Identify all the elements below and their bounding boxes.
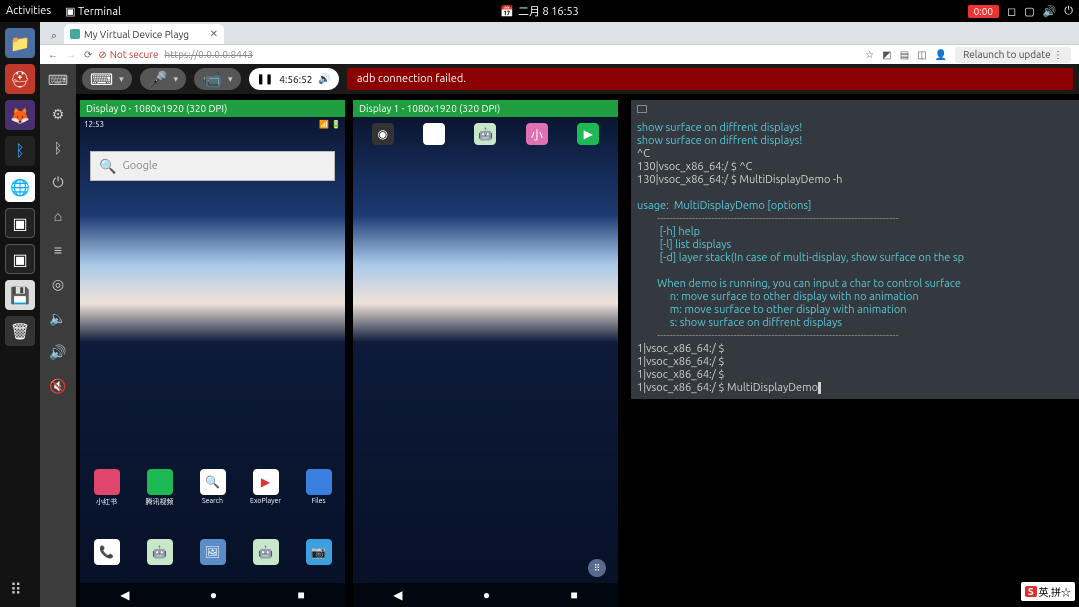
- ime-badge[interactable]: S英,拼☆: [1021, 582, 1075, 601]
- dock-firefox[interactable]: 🦊: [5, 100, 35, 130]
- keyboard-icon[interactable]: ⌨: [48, 70, 68, 90]
- tab-title: My Virtual Device Playg: [84, 29, 189, 40]
- volume-icon[interactable]: 🔊: [1043, 5, 1057, 18]
- app-icon[interactable]: Files: [297, 469, 341, 507]
- display-0-header: Display 0 - 1080x1920 (320 DPI): [80, 100, 345, 117]
- app-icon[interactable]: 🤖: [138, 539, 182, 567]
- notify-icon[interactable]: ◻: [1007, 5, 1016, 18]
- app-icon[interactable]: 腾讯视频: [138, 469, 182, 507]
- playback-control[interactable]: ❚❚ 4:56:52 🔊: [249, 68, 339, 90]
- dock-disks[interactable]: 💾: [5, 280, 35, 310]
- terminal-menu[interactable]: ▣ Terminal: [65, 5, 121, 18]
- window-icon[interactable]: ▢: [1024, 5, 1034, 18]
- nav-home[interactable]: ●: [210, 588, 217, 602]
- screen-record-badge[interactable]: 0:00: [968, 5, 999, 18]
- sidepanel-icon[interactable]: ◫: [917, 49, 926, 61]
- app-icon[interactable]: 🔍Search: [191, 469, 235, 507]
- display-0: Display 0 - 1080x1920 (320 DPI) 12:53📶 🔋…: [80, 100, 345, 607]
- power-icon[interactable]: ⏻: [48, 172, 68, 192]
- nav-recent[interactable]: ■: [571, 588, 578, 602]
- camera-pill[interactable]: 📹▾: [194, 68, 240, 90]
- app-sidebar: ⌨ ⚙ ᛒ ⏻ ⌂ ≡ ◎ 🔈 🔊 🔇: [40, 64, 76, 607]
- nav-forward-icon: →: [66, 49, 76, 61]
- app-icon[interactable]: ▶ExoPlayer: [244, 469, 288, 507]
- app-icon[interactable]: 🖼: [191, 539, 235, 567]
- relaunch-button[interactable]: Relaunch to update ⋮: [955, 47, 1071, 63]
- app-icon[interactable]: ▶: [412, 123, 456, 147]
- search-placeholder: Google: [122, 160, 157, 172]
- pause-icon[interactable]: ❚❚: [257, 73, 274, 85]
- os-top-bar: Activities ▣ Terminal 📅 二月 8 16:53 0:00 …: [0, 0, 1079, 22]
- dock-bluetooth[interactable]: ᛒ: [5, 136, 35, 166]
- terminal-tab-icon[interactable]: [637, 105, 647, 113]
- display-1: Display 1 - 1080x1920 (320 DPI) ◉ ▶ 🤖 小 ▶ ⠿ …: [353, 100, 618, 607]
- activities-button[interactable]: Activities: [6, 5, 51, 18]
- app-toolbar: ⌨▾ 🎤▾ 📹▾ ❚❚ 4:56:52 🔊 adb connection fai…: [76, 64, 1079, 94]
- app-icon[interactable]: ▶: [566, 123, 610, 147]
- power-icon[interactable]: ⏻: [1064, 5, 1073, 18]
- home-icon[interactable]: ⌂: [48, 206, 68, 226]
- nav-recent[interactable]: ■: [298, 588, 305, 602]
- app-icon[interactable]: 📞: [85, 539, 129, 567]
- apps-circle-button[interactable]: ⠿: [588, 559, 606, 577]
- tab-search-icon[interactable]: ⌕: [46, 28, 62, 44]
- app-icon[interactable]: 📷: [297, 539, 341, 567]
- sound-icon[interactable]: 🔊: [318, 73, 330, 85]
- mic-pill[interactable]: 🎤▾: [140, 68, 186, 90]
- dock-chrome[interactable]: 🌐: [5, 172, 35, 202]
- dock-trash[interactable]: 🗑: [5, 316, 35, 346]
- nav-reload-icon[interactable]: ⟳: [84, 49, 92, 61]
- volume-down-icon[interactable]: 🔈: [48, 308, 68, 328]
- dock-files[interactable]: 📁: [5, 28, 35, 58]
- app-icon[interactable]: 小: [515, 123, 559, 147]
- terminal-output: show surface on diffrent displays!show s…: [637, 122, 1073, 382]
- ext-2-icon[interactable]: ▤: [900, 49, 909, 61]
- dock-apps-grid[interactable]: ⠿: [10, 580, 22, 599]
- nav-back-icon[interactable]: ←: [48, 49, 58, 61]
- tab-favicon: [70, 29, 80, 39]
- nav-home[interactable]: ●: [483, 588, 490, 602]
- ext-1-icon[interactable]: ◩: [882, 49, 891, 61]
- app-icon[interactable]: 🤖: [244, 539, 288, 567]
- mute-icon[interactable]: 🔇: [48, 376, 68, 396]
- play-time: 4:56:52: [279, 74, 312, 85]
- profile-icon[interactable]: 👤: [935, 49, 947, 61]
- app-icon[interactable]: 🤖: [463, 123, 507, 147]
- terminal-window[interactable]: show surface on diffrent displays!show s…: [631, 100, 1079, 399]
- error-banner: adb connection failed.: [347, 68, 1073, 90]
- terminal-prompt-line[interactable]: 1|vsoc_x86_64:/ $ MultiDisplayDemo: [637, 382, 1073, 395]
- dock-terminal-2[interactable]: ▣: [5, 244, 35, 274]
- tab-close-icon[interactable]: ✕: [210, 28, 218, 40]
- browser-chrome: ⌕ My Virtual Device Playg ✕ ← → ⟳ ⊘ Not …: [40, 22, 1079, 64]
- menu-icon[interactable]: ≡: [48, 240, 68, 260]
- target-icon[interactable]: ◎: [48, 274, 68, 294]
- bluetooth-icon[interactable]: ᛒ: [48, 138, 68, 158]
- nav-back[interactable]: ◀: [120, 588, 129, 602]
- android-navbar: ◀ ● ■: [80, 583, 345, 607]
- display-0-screen[interactable]: 12:53📶 🔋 🔍 Google 小红书腾讯视频🔍Search▶ExoPlay…: [80, 117, 345, 607]
- android-statusbar: 12:53📶 🔋: [80, 117, 345, 131]
- search-icon: 🔍: [99, 158, 116, 175]
- nav-back[interactable]: ◀: [393, 588, 402, 602]
- android-navbar-2: ◀ ● ■: [353, 583, 618, 607]
- settings-icon[interactable]: ⚙: [48, 104, 68, 124]
- dock-terminal[interactable]: ▣: [5, 208, 35, 238]
- security-status[interactable]: ⊘ Not secure: [98, 49, 158, 61]
- volume-up-icon[interactable]: 🔊: [48, 342, 68, 362]
- address-url[interactable]: https://0.0.0.0:8443: [165, 49, 254, 60]
- app-icon[interactable]: ◉: [361, 123, 405, 147]
- dock-help[interactable]: ⛑: [5, 64, 35, 94]
- app-icon[interactable]: 小红书: [85, 469, 129, 507]
- browser-tab[interactable]: My Virtual Device Playg ✕: [64, 24, 224, 44]
- ubuntu-dock: 📁 ⛑ 🦊 ᛒ 🌐 ▣ ▣ 💾 🗑 ⠿: [0, 22, 40, 607]
- display-1-header: Display 1 - 1080x1920 (320 DPI): [353, 100, 618, 117]
- google-search-widget[interactable]: 🔍 Google: [90, 151, 335, 181]
- keyboard-pill[interactable]: ⌨▾: [82, 68, 132, 90]
- clock[interactable]: 📅 二月 8 16:53: [500, 3, 578, 19]
- star-icon[interactable]: ☆: [865, 49, 874, 61]
- display-1-screen[interactable]: ◉ ▶ 🤖 小 ▶ ⠿ ◀ ● ■: [353, 117, 618, 607]
- warning-icon: ⊘: [98, 49, 106, 61]
